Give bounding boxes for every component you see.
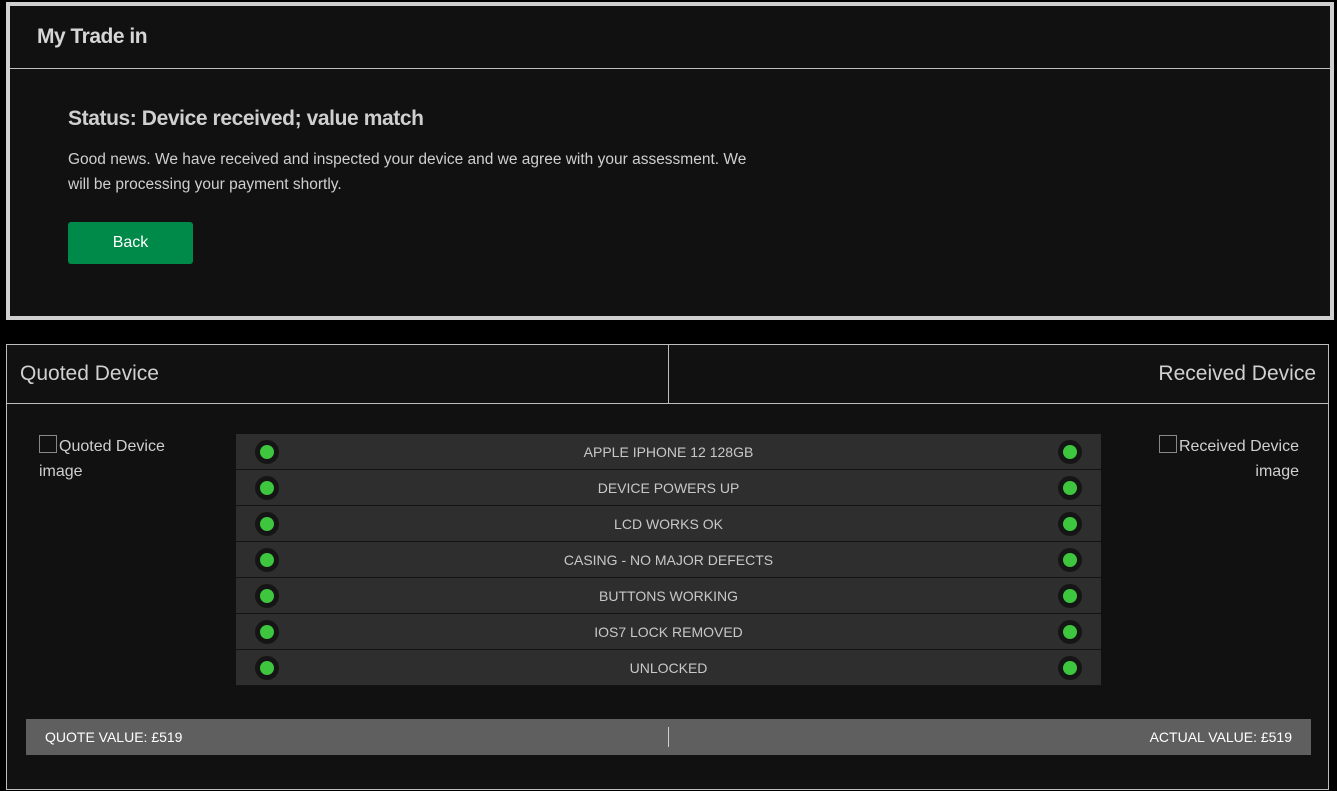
checklist-label: UNLOCKED xyxy=(629,659,708,676)
checklist-label: APPLE IPHONE 12 128GB xyxy=(583,443,754,460)
received-device-heading: Received Device xyxy=(1158,362,1316,385)
status-message: Good news. We have received and inspecte… xyxy=(68,151,747,193)
actual-value: ACTUAL VALUE: £519 xyxy=(1149,729,1292,745)
quoted-device-heading: Quoted Device xyxy=(7,345,669,403)
checklist-row: LCD WORKS OK xyxy=(236,506,1101,542)
quoted-device-image: Quoted Device image xyxy=(39,434,189,484)
received-device-image-alt: Received Device image xyxy=(1178,438,1299,480)
checklist-label: LCD WORKS OK xyxy=(614,515,723,532)
trade-in-panel: My Trade in Status: Device received; val… xyxy=(6,2,1334,320)
broken-image-icon xyxy=(39,435,57,453)
received-check-icon xyxy=(1058,440,1082,464)
received-check-icon xyxy=(1058,620,1082,644)
checklist-row: APPLE IPHONE 12 128GB xyxy=(236,434,1101,470)
checklist-label: BUTTONS WORKING xyxy=(599,587,738,604)
value-bar: QUOTE VALUE: £519 ACTUAL VALUE: £519 xyxy=(26,719,1311,755)
checklist-row: UNLOCKED xyxy=(236,650,1101,686)
broken-image-icon xyxy=(1158,435,1177,453)
checklist-row: BUTTONS WORKING xyxy=(236,578,1101,614)
panel-header: My Trade in xyxy=(10,6,1330,69)
checklist-row: IOS7 LOCK REMOVED xyxy=(236,614,1101,650)
quoted-check-icon xyxy=(255,512,279,536)
received-check-icon xyxy=(1058,512,1082,536)
checklist-label: IOS7 LOCK REMOVED xyxy=(594,623,743,640)
checklist-row: CASING - NO MAJOR DEFECTS xyxy=(236,542,1101,578)
quoted-check-icon xyxy=(255,440,279,464)
page-title: My Trade in xyxy=(37,25,148,48)
received-check-icon xyxy=(1058,656,1082,680)
received-check-icon xyxy=(1058,548,1082,572)
received-check-icon xyxy=(1058,584,1082,608)
received-device-image: Received Device image xyxy=(1147,434,1299,484)
received-check-icon xyxy=(1058,476,1082,500)
status-title: Status: Device received; value match xyxy=(68,107,424,130)
status-section: Status: Device received; value match Goo… xyxy=(10,69,1330,264)
quoted-device-image-alt: Quoted Device image xyxy=(39,438,165,480)
back-button[interactable]: Back xyxy=(68,222,193,264)
quoted-check-icon xyxy=(255,620,279,644)
comparison-header: Quoted Device Received Device xyxy=(7,345,1328,404)
checklist-label: DEVICE POWERS UP xyxy=(597,479,740,496)
quoted-check-icon xyxy=(255,656,279,680)
quoted-check-icon xyxy=(255,476,279,500)
checklist-label: CASING - NO MAJOR DEFECTS xyxy=(563,551,774,568)
device-comparison-panel: Quoted Device Received Device Quoted Dev… xyxy=(6,344,1329,790)
quoted-check-icon xyxy=(255,584,279,608)
checklist-row: DEVICE POWERS UP xyxy=(236,470,1101,506)
quote-value: QUOTE VALUE: £519 xyxy=(26,727,669,747)
condition-checklist: APPLE IPHONE 12 128GB DEVICE POWERS UP LCD… xyxy=(236,434,1101,686)
quoted-check-icon xyxy=(255,548,279,572)
